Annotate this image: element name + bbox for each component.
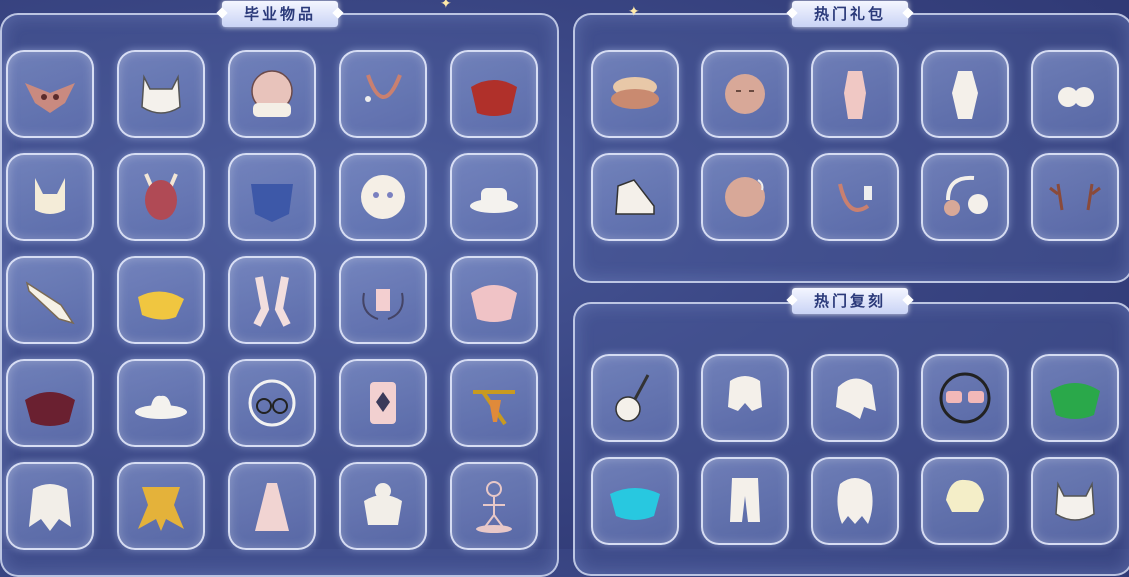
section-title-hot-rerun: 热门复刻 bbox=[792, 288, 909, 314]
ponytail-hair-icon bbox=[836, 378, 876, 419]
section-title-graduation: 毕业物品 bbox=[222, 1, 339, 27]
item-slot-graduation[interactable] bbox=[6, 50, 94, 138]
item-slot-graduation[interactable] bbox=[117, 359, 205, 447]
pink-pendant-icon bbox=[370, 382, 396, 424]
item-slot-graduation[interactable] bbox=[228, 462, 316, 550]
item-slot-hot-pack[interactable] bbox=[1031, 50, 1119, 138]
round-glasses-icon bbox=[248, 379, 296, 427]
item-slot-hot-rerun[interactable] bbox=[1031, 354, 1119, 442]
item-slot-graduation[interactable] bbox=[339, 462, 427, 550]
item-slot-graduation[interactable] bbox=[228, 50, 316, 138]
white-pants-icon bbox=[730, 478, 760, 522]
ear-muff-icon bbox=[1058, 87, 1094, 107]
guitar-icon bbox=[615, 374, 650, 422]
item-slot-hot-pack[interactable] bbox=[701, 50, 789, 138]
item-slot-graduation[interactable] bbox=[228, 256, 316, 344]
item-slot-graduation[interactable] bbox=[450, 462, 538, 550]
item-slot-graduation[interactable] bbox=[117, 462, 205, 550]
figure-statue-icon bbox=[476, 481, 512, 533]
item-slot-graduation[interactable] bbox=[450, 153, 538, 241]
flower-cape-icon bbox=[471, 285, 517, 322]
headphones-icon bbox=[944, 175, 988, 216]
item-slot-graduation[interactable] bbox=[117, 153, 205, 241]
item-slot-hot-pack[interactable] bbox=[701, 153, 789, 241]
item-slot-hot-rerun[interactable] bbox=[701, 354, 789, 442]
item-slot-graduation[interactable] bbox=[450, 359, 538, 447]
sunglasses-icon bbox=[939, 372, 991, 424]
bun-hair-icon bbox=[364, 483, 402, 525]
yellow-cape-icon bbox=[138, 291, 184, 320]
bead-necklace-icon bbox=[365, 74, 402, 102]
item-slot-hot-pack[interactable] bbox=[1031, 153, 1119, 241]
wavy-hair-icon bbox=[837, 478, 873, 524]
item-slot-graduation[interactable] bbox=[6, 256, 94, 344]
cat-ear-hair-icon bbox=[1055, 481, 1095, 521]
item-slot-hot-rerun[interactable] bbox=[921, 457, 1009, 545]
item-slot-graduation[interactable] bbox=[117, 256, 205, 344]
green-cape-icon bbox=[1050, 383, 1100, 419]
item-slot-graduation[interactable] bbox=[450, 50, 538, 138]
star-icon: ✦ bbox=[440, 0, 452, 12]
fox-ear-hair-icon bbox=[35, 178, 65, 214]
pink-scarf-icon bbox=[253, 276, 291, 327]
white-long-hair-icon bbox=[29, 484, 71, 531]
item-slot-hot-rerun[interactable] bbox=[591, 354, 679, 442]
item-slot-hot-rerun[interactable] bbox=[811, 354, 899, 442]
star-icon: ✦ bbox=[628, 4, 640, 20]
pink-necklace-icon bbox=[838, 183, 872, 212]
white-shoe-icon bbox=[615, 179, 655, 215]
item-slot-hot-rerun[interactable] bbox=[701, 457, 789, 545]
cyan-cape-icon bbox=[610, 488, 660, 520]
pink-dress-icon bbox=[255, 483, 289, 531]
round-mask-icon bbox=[251, 70, 293, 117]
antlers-icon bbox=[1049, 183, 1101, 211]
bird-mask-icon bbox=[25, 83, 75, 113]
item-slot-hot-rerun[interactable] bbox=[1031, 457, 1119, 545]
item-slot-graduation[interactable] bbox=[339, 153, 427, 241]
item-slot-hot-pack[interactable] bbox=[811, 50, 899, 138]
gold-sword-charm-icon bbox=[473, 390, 515, 426]
item-slot-hot-pack[interactable] bbox=[921, 50, 1009, 138]
white-hat-icon bbox=[470, 188, 518, 213]
item-slot-graduation[interactable] bbox=[339, 50, 427, 138]
item-slot-hot-pack[interactable] bbox=[591, 50, 679, 138]
item-slot-hot-rerun[interactable] bbox=[811, 457, 899, 545]
cowboy-hat-icon bbox=[135, 395, 187, 419]
item-slot-graduation[interactable] bbox=[117, 50, 205, 138]
item-slot-graduation[interactable] bbox=[450, 256, 538, 344]
deer-mask-icon bbox=[144, 173, 178, 220]
white-outfit-icon bbox=[952, 71, 978, 119]
item-slot-hot-pack[interactable] bbox=[921, 153, 1009, 241]
item-slot-hot-pack[interactable] bbox=[591, 153, 679, 241]
twin-tail-hair-icon bbox=[728, 376, 762, 411]
item-slot-graduation[interactable] bbox=[6, 462, 94, 550]
item-slot-graduation[interactable] bbox=[228, 153, 316, 241]
item-slot-graduation[interactable] bbox=[6, 153, 94, 241]
plain-mask-icon bbox=[725, 74, 765, 114]
red-cape-icon bbox=[471, 80, 517, 116]
item-slot-hot-pack[interactable] bbox=[811, 153, 899, 241]
item-slot-graduation[interactable] bbox=[339, 256, 427, 344]
moon-mask-icon bbox=[725, 177, 765, 217]
pink-outfit-icon bbox=[844, 71, 866, 119]
owl-mask-icon bbox=[361, 175, 405, 219]
item-slot-hot-rerun[interactable] bbox=[921, 354, 1009, 442]
section-title-hot-pack: 热门礼包 bbox=[792, 1, 909, 27]
dark-red-cape-icon bbox=[25, 392, 75, 426]
swirl-ornament-icon bbox=[362, 289, 404, 320]
item-slot-graduation[interactable] bbox=[6, 359, 94, 447]
short-hair-icon bbox=[946, 479, 984, 512]
item-slot-hot-rerun[interactable] bbox=[591, 457, 679, 545]
item-slot-graduation[interactable] bbox=[228, 359, 316, 447]
item-slot-graduation[interactable] bbox=[339, 359, 427, 447]
horn-instrument-icon bbox=[25, 281, 75, 325]
layered-hat-icon bbox=[611, 77, 659, 109]
blue-cape-icon bbox=[251, 184, 293, 222]
gold-bow-cape-icon bbox=[138, 487, 184, 531]
cat-ear-hair-icon bbox=[141, 74, 181, 114]
